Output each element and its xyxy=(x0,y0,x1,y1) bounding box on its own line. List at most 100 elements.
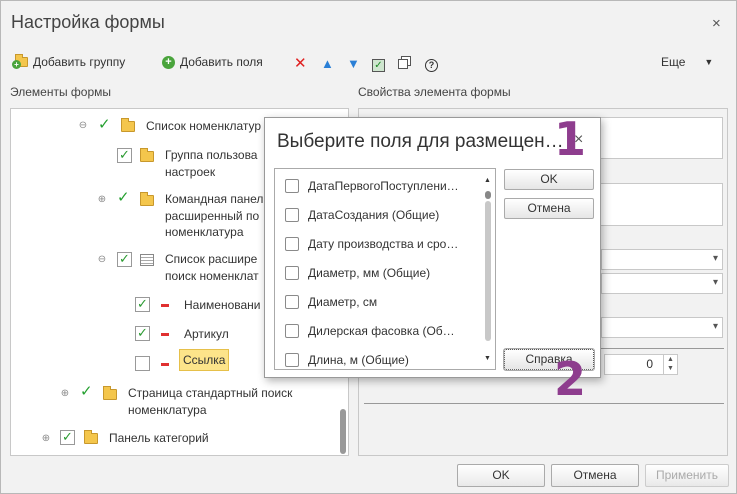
fields-list[interactable]: ДатаПервогоПоступлени… ДатаСоздания (Общ… xyxy=(274,168,496,370)
collapse-icon[interactable]: ⊖ xyxy=(97,254,107,265)
tree-item-label[interactable]: Наименовани xyxy=(184,297,261,313)
tree-item-label[interactable]: Панель категорий xyxy=(109,430,209,446)
tree-item-label-selected[interactable]: Ссылка xyxy=(179,349,230,371)
more-label: Еще xyxy=(661,55,686,69)
field-checkbox[interactable] xyxy=(285,353,299,367)
folder-icon xyxy=(121,118,135,132)
form-elements-header: Элементы формы xyxy=(10,85,112,99)
ok-button[interactable]: OK xyxy=(457,464,545,487)
tree-item-label[interactable]: Список расшире xyxy=(165,251,257,267)
field-checkbox[interactable] xyxy=(285,179,299,193)
check-icon[interactable]: ✓ xyxy=(98,117,111,132)
field-icon xyxy=(161,304,169,307)
copy-icon[interactable] xyxy=(398,56,412,73)
folder-icon xyxy=(84,430,98,444)
list-item[interactable]: Диаметр, мм (Общие) xyxy=(285,263,430,283)
property-field[interactable] xyxy=(586,183,723,226)
add-fields-button[interactable]: + Добавить поля xyxy=(162,55,263,69)
tree-checkbox[interactable]: ✓ xyxy=(135,326,150,341)
property-select[interactable] xyxy=(601,273,723,294)
table-icon xyxy=(140,254,154,266)
list-item[interactable]: Диаметр, см xyxy=(285,292,377,312)
tree-item-label[interactable]: Группа пользова xyxy=(165,147,257,163)
list-item[interactable]: ДатаПервогоПоступлени… xyxy=(285,176,459,196)
tree-checkbox[interactable]: ✓ xyxy=(135,297,150,312)
list-scrollbar[interactable]: ▲ ▼ xyxy=(481,169,495,369)
field-label: Дилерская фасовка (Об… xyxy=(308,324,455,338)
annotation-number-1: 1 xyxy=(554,112,587,166)
tree-item-label[interactable]: Командная панел xyxy=(165,191,263,207)
list-item[interactable]: Дилерская фасовка (Об… xyxy=(285,321,455,341)
scroll-track[interactable] xyxy=(485,201,491,341)
toolbar: + Добавить группу + Добавить поля ✕ ▲ ▼ … xyxy=(1,53,736,75)
field-checkbox[interactable] xyxy=(285,266,299,280)
property-select[interactable] xyxy=(601,249,723,270)
dialog-title: Выберите поля для размещен… xyxy=(277,131,564,152)
divider xyxy=(364,403,724,404)
folder-icon xyxy=(140,148,154,162)
list-item[interactable]: Длина, м (Общие) xyxy=(285,350,409,369)
tree-checkbox[interactable]: ✓ xyxy=(117,148,132,163)
expand-icon[interactable]: ⊕ xyxy=(41,433,51,444)
expand-icon[interactable]: ⊕ xyxy=(60,388,70,399)
field-label: Длина, м (Общие) xyxy=(308,353,409,367)
dialog-ok-button[interactable]: OK xyxy=(504,169,594,190)
spinner-arrows-icon[interactable]: ▲ ▼ xyxy=(663,355,677,374)
add-group-icon: + xyxy=(12,54,28,69)
scroll-thumb[interactable] xyxy=(485,191,491,199)
dialog-cancel-button[interactable]: Отмена xyxy=(504,198,594,219)
help-icon[interactable]: ? xyxy=(425,56,438,72)
field-checkbox[interactable] xyxy=(285,208,299,222)
close-icon[interactable]: × xyxy=(712,15,721,32)
expand-icon[interactable]: ⊕ xyxy=(97,194,107,205)
field-label: Диаметр, мм (Общие) xyxy=(308,266,431,280)
delete-icon[interactable]: ✕ xyxy=(294,54,307,72)
field-label: ДатаПервогоПоступлени… xyxy=(308,179,459,193)
tree-scrollbar[interactable] xyxy=(340,409,346,454)
field-label: ДатаСоздания (Общие) xyxy=(308,208,440,222)
property-spinner[interactable]: 0 ▲ ▼ xyxy=(604,354,678,375)
field-checkbox[interactable] xyxy=(285,324,299,338)
tree-checkbox[interactable] xyxy=(135,356,150,371)
move-down-icon[interactable]: ▼ xyxy=(347,56,360,71)
apply-button[interactable]: Применить xyxy=(645,464,729,487)
check-icon[interactable]: ✓ xyxy=(80,384,93,399)
annotation-number-2: 2 xyxy=(554,352,587,406)
move-up-icon[interactable]: ▲ xyxy=(321,56,334,71)
window-title: Настройка формы xyxy=(11,12,165,32)
scroll-up-icon[interactable]: ▲ xyxy=(484,177,491,184)
folder-icon xyxy=(140,192,154,206)
cancel-button[interactable]: Отмена xyxy=(551,464,639,487)
spinner-value: 0 xyxy=(646,357,653,371)
folder-icon xyxy=(103,386,117,400)
tree-item-label[interactable]: Артикул xyxy=(184,326,229,342)
tree-item-label-line2: расширенный по xyxy=(165,209,260,223)
field-label: Дату производства и сро… xyxy=(308,237,459,251)
select-fields-dialog: Выберите поля для размещен… × ДатаПервог… xyxy=(264,117,601,378)
scroll-down-icon[interactable]: ▼ xyxy=(484,355,491,362)
check-icon[interactable]: ✓ xyxy=(117,190,130,205)
more-button[interactable]: Еще ▼ xyxy=(661,55,713,69)
tree-checkbox[interactable]: ✓ xyxy=(60,430,75,445)
list-item[interactable]: ДатаСоздания (Общие) xyxy=(285,205,439,225)
element-properties-header: Свойства элемента формы xyxy=(358,85,511,99)
field-checkbox[interactable] xyxy=(285,295,299,309)
property-select[interactable] xyxy=(601,317,723,338)
check-all-icon[interactable]: ✓ xyxy=(372,56,385,72)
add-fields-label: Добавить поля xyxy=(180,55,263,69)
add-group-button[interactable]: + Добавить группу xyxy=(12,54,125,69)
collapse-icon[interactable]: ⊖ xyxy=(78,120,88,131)
field-checkbox[interactable] xyxy=(285,237,299,251)
add-fields-icon: + xyxy=(162,55,175,69)
list-item[interactable]: Дату производства и сро… xyxy=(285,234,458,254)
tree-item-label-line2: номенклатура xyxy=(128,403,207,417)
tree-checkbox[interactable]: ✓ xyxy=(117,252,132,267)
tree-item-label[interactable]: Список номенклатур xyxy=(146,118,261,134)
tree-item-label-line2: настроек xyxy=(165,165,216,179)
field-icon xyxy=(161,363,169,366)
tree-item-label-line2: поиск номенклат xyxy=(165,269,259,283)
title-bar: Настройка формы × xyxy=(1,1,736,43)
property-field[interactable] xyxy=(586,117,723,159)
chevron-down-icon: ▼ xyxy=(704,57,714,67)
tree-item-label[interactable]: Страница стандартный поиск xyxy=(128,385,292,401)
